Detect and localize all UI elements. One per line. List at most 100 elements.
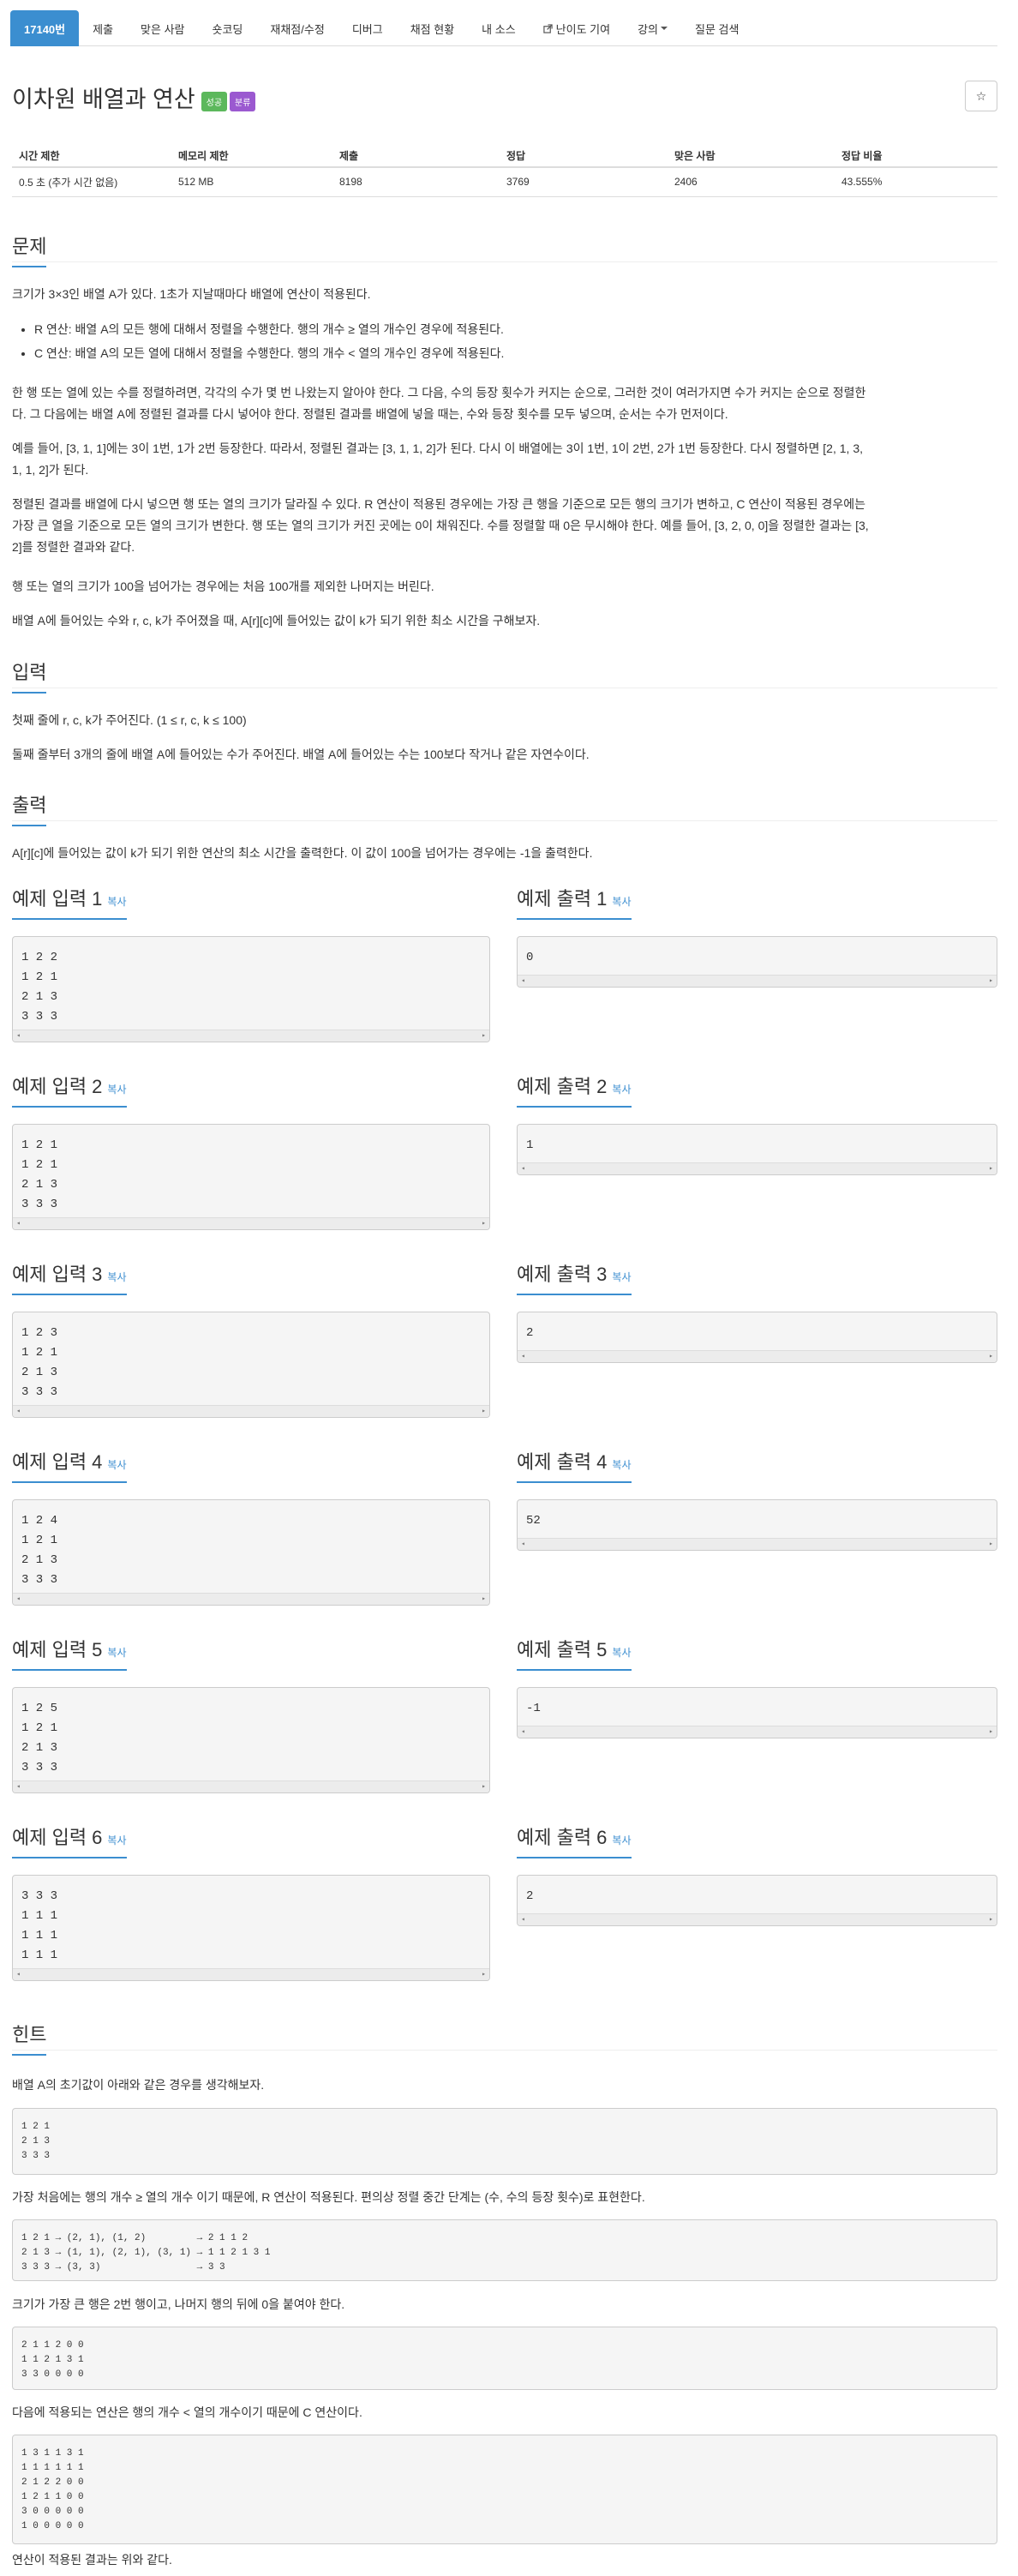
example-output-heading: 예제 출력 5 복사 xyxy=(517,1635,632,1671)
copy-link[interactable]: 복사 xyxy=(612,1271,631,1283)
example-output-heading: 예제 출력 4 복사 xyxy=(517,1447,632,1483)
example-output-box[interactable]: 2 ◂ ▸ xyxy=(517,1312,997,1363)
example-output-box[interactable]: 2 ◂ ▸ xyxy=(517,1875,997,1926)
divider xyxy=(12,261,997,262)
example-output-box[interactable]: -1 ◂ ▸ xyxy=(517,1687,997,1738)
horizontal-scrollbar[interactable]: ◂ ▸ xyxy=(13,1405,489,1417)
tab-problem[interactable]: 17140번 xyxy=(10,10,80,46)
text-line: 다. 그 다음에는 배열 A에 정렬된 결과를 다시 넣어야 한다. 정렬된 결… xyxy=(12,407,728,421)
tab-lecture[interactable]: 강의 xyxy=(624,10,681,46)
hint-code-block: 1 2 1 → (2, 1), (1, 2) → 2 1 1 2 2 1 3 →… xyxy=(12,2219,997,2281)
tab-qna[interactable]: 질문 검색 xyxy=(681,10,752,46)
horizontal-scrollbar[interactable]: ◂ ▸ xyxy=(518,1726,997,1738)
problem-info-table: 시간 제한 메모리 제한 제출 정답 맞은 사람 정답 비율 0.5 초 (추가… xyxy=(12,144,997,197)
horizontal-scrollbar[interactable]: ◂ ▸ xyxy=(13,1593,489,1605)
text-line: 한 행 또는 열에 있는 수를 정렬하려면, 각각의 수가 몇 번 나왔는지 알… xyxy=(12,386,866,399)
problem-text: 정렬된 결과를 배열에 다시 넣으면 행 또는 열의 크기가 달라질 수 있다.… xyxy=(12,494,997,558)
problem-text: 예를 들어, [3, 1, 1]에는 3이 1번, 1가 2번 등장한다. 따라… xyxy=(12,438,997,481)
horizontal-scrollbar[interactable]: ◂ ▸ xyxy=(518,1913,997,1925)
info-value: 0.5 초 (추가 시간 없음) xyxy=(12,167,171,197)
tab-status[interactable]: 채점 현황 xyxy=(397,10,468,46)
info-header: 맞은 사람 xyxy=(668,144,835,168)
example-input-box[interactable]: 3 3 3 1 1 1 1 1 1 1 1 1 ◂ ▸ xyxy=(12,1875,490,1981)
example-output-heading: 예제 출력 3 복사 xyxy=(517,1259,632,1295)
example-output-box[interactable]: 1 ◂ ▸ xyxy=(517,1124,997,1175)
tab-rejudge[interactable]: 재채점/수정 xyxy=(256,10,338,46)
example-output-box[interactable]: 0 ◂ ▸ xyxy=(517,936,997,988)
success-badge[interactable]: 성공 xyxy=(201,91,228,111)
copy-link[interactable]: 복사 xyxy=(107,1459,126,1471)
example-input-box[interactable]: 1 2 3 1 2 1 2 1 3 3 3 3 ◂ ▸ xyxy=(12,1312,490,1418)
problem-text: 크기가 3×3인 배열 A가 있다. 1초가 지날때마다 배열에 연산이 적용된… xyxy=(12,287,371,301)
favorite-star-button[interactable]: ☆ xyxy=(965,81,997,111)
info-value: 3769 xyxy=(500,167,668,197)
tab-shortcoding[interactable]: 숏코딩 xyxy=(199,10,257,46)
hint-code-block: 1 2 1 2 1 3 3 3 3 xyxy=(12,2108,997,2175)
text-line: 정렬된 결과를 배열에 다시 넣으면 행 또는 열의 크기가 달라질 수 있다.… xyxy=(12,497,865,511)
example-input-box[interactable]: 1 2 2 1 2 1 2 1 3 3 3 3 ◂ ▸ xyxy=(12,936,490,1042)
copy-link[interactable]: 복사 xyxy=(107,896,126,908)
copy-link[interactable]: 복사 xyxy=(612,1459,631,1471)
example-input-box[interactable]: 1 2 1 1 2 1 2 1 3 3 3 3 ◂ ▸ xyxy=(12,1124,490,1230)
problem-text: 한 행 또는 열에 있는 수를 정렬하려면, 각각의 수가 몇 번 나왔는지 알… xyxy=(12,382,997,425)
example-input-heading: 예제 입력 3 복사 xyxy=(12,1259,127,1295)
copy-link[interactable]: 복사 xyxy=(107,1647,126,1659)
example-output-box[interactable]: 52 ◂ ▸ xyxy=(517,1499,997,1551)
copy-link[interactable]: 복사 xyxy=(107,1271,126,1283)
copy-link[interactable]: 복사 xyxy=(612,1084,631,1096)
hint-code-block: 1 3 1 1 3 1 1 1 1 1 1 1 2 1 2 2 0 0 1 2 … xyxy=(12,2435,997,2544)
problem-text: 배열 A에 들어있는 수와 r, c, k가 주어졌을 때, A[r][c]에 … xyxy=(12,614,541,627)
example-input-heading: 예제 입력 5 복사 xyxy=(12,1635,127,1671)
problem-title: 이차원 배열과 연산 xyxy=(12,87,195,112)
horizontal-scrollbar[interactable]: ◂ ▸ xyxy=(13,1968,489,1980)
horizontal-scrollbar[interactable]: ◂ ▸ xyxy=(13,1780,489,1792)
example-output-heading: 예제 출력 6 복사 xyxy=(517,1822,632,1858)
category-badge[interactable]: 분류 xyxy=(230,91,256,111)
info-header: 정답 비율 xyxy=(835,144,997,168)
hint-text: 가장 처음에는 행의 개수 ≥ 열의 개수 이기 때문에, R 연산이 적용된다… xyxy=(12,2190,645,2204)
example-input-box[interactable]: 1 2 4 1 2 1 2 1 3 3 3 3 ◂ ▸ xyxy=(12,1499,490,1606)
example-input-heading: 예제 입력 6 복사 xyxy=(12,1822,127,1858)
hint-text: 다음에 적용되는 연산은 행의 개수 < 열의 개수이기 때문에 C 연산이다. xyxy=(12,2405,362,2419)
info-header: 시간 제한 xyxy=(12,144,171,168)
example-input-box[interactable]: 1 2 5 1 2 1 2 1 3 3 3 3 ◂ ▸ xyxy=(12,1687,490,1793)
info-value: 8198 xyxy=(332,167,500,197)
input-text: 둘째 줄부터 3개의 줄에 배열 A에 들어있는 수가 주어진다. 배열 A에 … xyxy=(12,748,590,761)
hint-code-block: 2 1 1 2 0 0 1 1 2 1 3 1 3 3 0 0 0 0 xyxy=(12,2327,997,2390)
problem-title-row: 이차원 배열과 연산 성공 분류 ☆ xyxy=(12,81,997,115)
horizontal-scrollbar[interactable]: ◂ ▸ xyxy=(13,1030,489,1042)
text-line: 1, 1, 2]가 된다. xyxy=(12,463,89,477)
tab-debug[interactable]: 디버그 xyxy=(338,10,397,46)
info-header: 제출 xyxy=(332,144,500,168)
tab-solvers[interactable]: 맞은 사람 xyxy=(127,10,198,46)
info-header-row: 시간 제한 메모리 제한 제출 정답 맞은 사람 정답 비율 xyxy=(12,144,997,168)
text-line: 가장 큰 열을 기준으로 모든 열의 크기가 변한다. 행 또는 열의 크기가 … xyxy=(12,519,869,532)
tab-difficulty-label: 난이도 기여 xyxy=(555,22,611,36)
horizontal-scrollbar[interactable]: ◂ ▸ xyxy=(518,975,997,987)
tab-submit[interactable]: 제출 xyxy=(79,10,127,46)
output-text: A[r][c]에 들어있는 값이 k가 되기 위한 연산의 최소 시간을 출력한… xyxy=(12,846,593,860)
problem-nav-tabs: 17140번 제출 맞은 사람 숏코딩 재채점/수정 디버그 채점 현황 내 소… xyxy=(10,10,997,46)
copy-link[interactable]: 복사 xyxy=(107,1084,126,1096)
horizontal-scrollbar[interactable]: ◂ ▸ xyxy=(518,1350,997,1362)
example-output-heading: 예제 출력 2 복사 xyxy=(517,1072,632,1108)
example-input-heading: 예제 입력 1 복사 xyxy=(12,884,127,920)
info-value: 512 MB xyxy=(171,167,332,197)
rule-item: R 연산: 배열 A의 모든 행에 대해서 정렬을 수행한다. 행의 개수 ≥ … xyxy=(34,317,977,341)
copy-link[interactable]: 복사 xyxy=(612,1647,631,1659)
horizontal-scrollbar[interactable]: ◂ ▸ xyxy=(518,1538,997,1550)
example-output-heading: 예제 출력 1 복사 xyxy=(517,884,632,920)
problem-text: 행 또는 열의 크기가 100을 넘어가는 경우에는 처음 100개를 제외한 … xyxy=(12,579,434,593)
copy-link[interactable]: 복사 xyxy=(612,896,631,908)
operation-rules: R 연산: 배열 A의 모든 행에 대해서 정렬을 수행한다. 행의 개수 ≥ … xyxy=(34,317,977,365)
horizontal-scrollbar[interactable]: ◂ ▸ xyxy=(13,1217,489,1229)
text-line: 2]를 정렬한 결과와 같다. xyxy=(12,540,135,554)
info-value: 2406 xyxy=(668,167,835,197)
copy-link[interactable]: 복사 xyxy=(612,1834,631,1846)
copy-link[interactable]: 복사 xyxy=(107,1834,126,1846)
tab-difficulty[interactable]: 난이도 기여 xyxy=(530,10,624,46)
tab-lecture-label: 강의 xyxy=(638,22,658,36)
horizontal-scrollbar[interactable]: ◂ ▸ xyxy=(518,1162,997,1174)
tab-my-source[interactable]: 내 소스 xyxy=(468,10,530,46)
caret-down-icon xyxy=(661,27,668,30)
